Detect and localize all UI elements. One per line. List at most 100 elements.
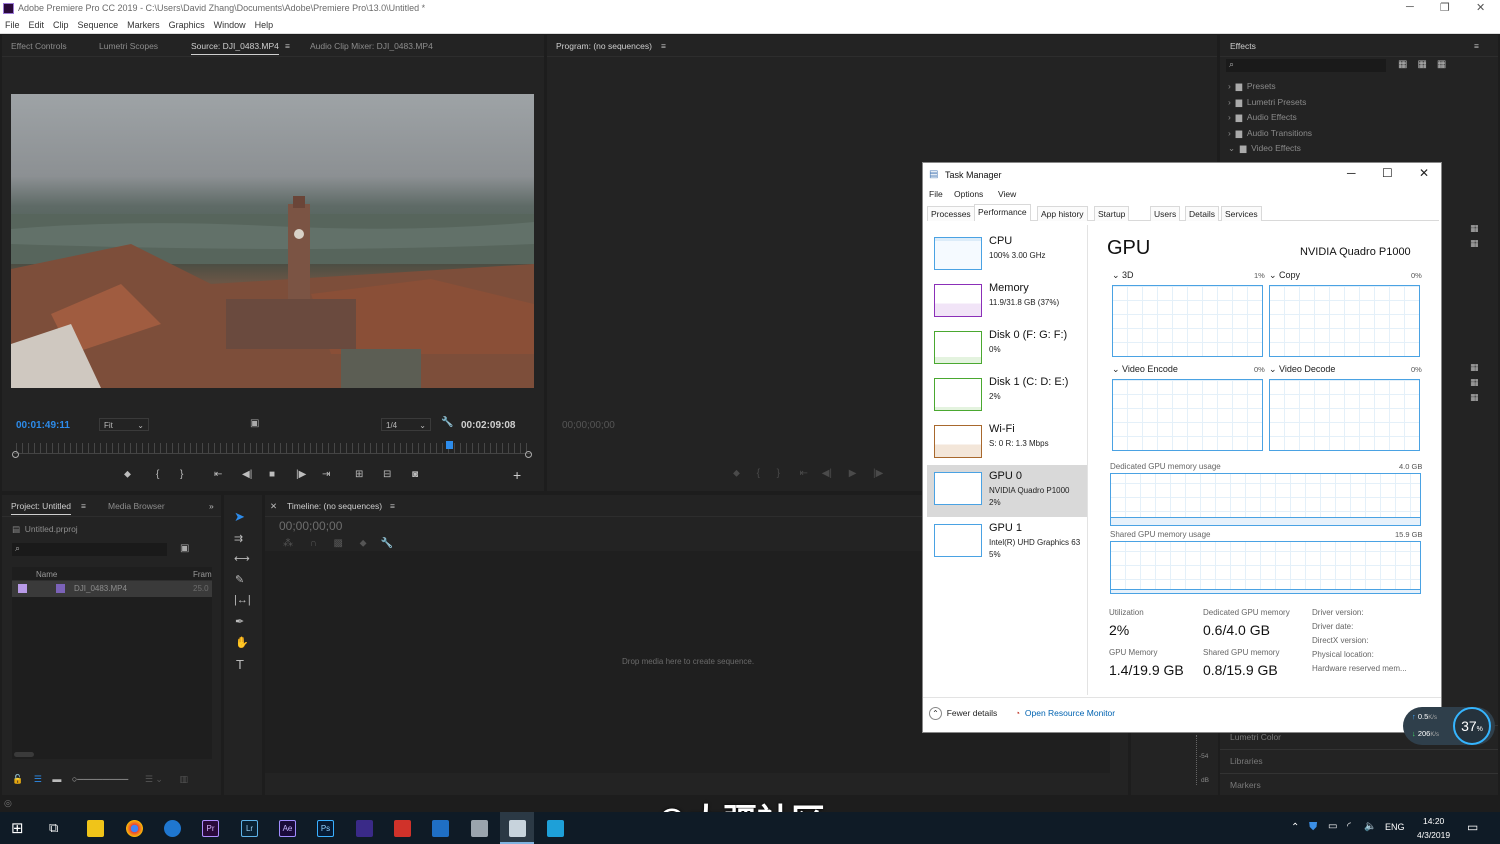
close-tab-icon[interactable]: ✕ <box>270 501 277 512</box>
windows-start-icon[interactable]: ⊞ <box>11 819 24 837</box>
menu-edit[interactable]: Edit <box>24 18 49 30</box>
tab-project[interactable]: Project: Untitled <box>11 501 71 515</box>
panel-libraries[interactable]: Libraries <box>1230 756 1263 766</box>
fewer-details-button[interactable]: ⌃ Fewer details <box>929 707 997 720</box>
insert-sequence-icon[interactable]: ▩ <box>334 538 343 549</box>
export-frame-icon[interactable]: ▣ <box>250 418 259 429</box>
panel-menu-icon[interactable]: ≡ <box>661 41 666 51</box>
security-shield-icon[interactable]: ⛊ <box>1309 821 1317 834</box>
tab-timeline[interactable]: Timeline: (no sequences) <box>287 501 382 514</box>
scrollbar[interactable] <box>14 752 34 757</box>
volume-muted-icon[interactable]: 🔈 <box>1364 821 1376 832</box>
zoom-handle-left[interactable] <box>12 451 19 458</box>
automate-icon[interactable]: ▥ <box>179 774 188 784</box>
fit-dropdown[interactable]: Fit ⌄ <box>99 418 149 431</box>
zoom-slider[interactable]: ○──────── <box>72 774 128 784</box>
engine-video-encode-label[interactable]: ⌄ Video Encode <box>1112 364 1178 375</box>
perf-item-wifi[interactable]: Wi-Fi S: 0 R: 1.3 Mbps <box>927 418 1087 466</box>
tab-lumetri-scopes[interactable]: Lumetri Scopes <box>99 41 158 51</box>
selection-tool-icon[interactable]: ➤ <box>234 509 245 525</box>
tree-item-lumetri-presets[interactable]: › ▆ Lumetri Presets <box>1228 97 1478 113</box>
show-hidden-icons[interactable]: ⌃ <box>1291 822 1299 833</box>
insert-icon[interactable]: ⊞ <box>355 469 363 480</box>
menu-sequence[interactable]: Sequence <box>73 18 123 30</box>
tree-item-audio-transitions[interactable]: › ▆ Audio Transitions <box>1228 128 1478 144</box>
task-view-icon[interactable]: ⧉ <box>49 820 58 836</box>
clock-time[interactable]: 14:20 <box>1423 816 1444 826</box>
razor-tool-icon[interactable]: ✎ <box>235 573 244 586</box>
app-icon-blue[interactable] <box>432 820 449 837</box>
col-frame-rate[interactable]: Fram <box>193 570 212 579</box>
panel-lumetri-color[interactable]: Lumetri Color <box>1230 732 1281 742</box>
after-effects-icon[interactable]: Ae <box>279 820 296 837</box>
panel-menu-icon[interactable]: ≡ <box>285 41 290 51</box>
stop-icon[interactable]: ■ <box>269 469 275 480</box>
perf-item-gpu1[interactable]: GPU 1 Intel(R) UHD Graphics 63 5% <box>927 517 1087 565</box>
list-view-icon[interactable]: ☰ <box>34 774 42 784</box>
menu-clip[interactable]: Clip <box>48 18 73 30</box>
ripple-edit-tool-icon[interactable]: ⟷ <box>234 552 250 565</box>
tm-tab-services[interactable]: Services <box>1221 206 1262 221</box>
tm-maximize-button[interactable]: ☐ <box>1382 166 1393 180</box>
source-timecode-in[interactable]: 00:01:49:11 <box>16 420 70 431</box>
add-marker-icon[interactable]: ⬥ <box>360 538 367 549</box>
settings-wrench-icon[interactable]: 🔧 <box>441 417 453 428</box>
add-marker-icon[interactable]: ⬥ <box>124 469 131 480</box>
step-back-icon[interactable]: ◀| <box>242 469 252 480</box>
tree-item-video-effects[interactable]: ⌄ ▆ Video Effects <box>1228 143 1478 159</box>
perf-item-cpu[interactable]: CPU 100% 3.00 GHz <box>927 230 1087 278</box>
minimize-button[interactable]: ─ <box>1406 1 1414 13</box>
list-item[interactable]: DJI_0483.MP4 25.0 <box>12 581 212 597</box>
mark-in-icon[interactable]: { <box>156 469 159 480</box>
menu-window[interactable]: Window <box>209 18 250 30</box>
snap-icon[interactable]: ⁂ <box>283 538 293 549</box>
perf-item-disk1[interactable]: Disk 1 (C: D: E:) 2% <box>927 371 1087 419</box>
pen-tool-icon[interactable]: ✒ <box>235 615 244 628</box>
new-bin-icon[interactable]: ▣ <box>180 543 189 554</box>
tm-tab-users[interactable]: Users <box>1150 206 1181 221</box>
timeline-settings-icon[interactable]: 🔧 <box>381 538 393 549</box>
edge-icon[interactable] <box>164 820 181 837</box>
network-speed-widget[interactable]: ↑ 0.5K/s ↓ 206K/s 37% <box>1403 707 1495 745</box>
step-forward-icon[interactable]: |▶ <box>296 469 306 480</box>
menu-markers[interactable]: Markers <box>122 18 164 30</box>
open-resource-monitor-link[interactable]: ◔ Open Resource Monitor <box>1015 708 1115 718</box>
icon-view-icon[interactable]: ▬ <box>52 774 61 784</box>
media-encoder-icon[interactable] <box>356 820 373 837</box>
tree-item-presets[interactable]: › ▆ Presets <box>1228 81 1478 97</box>
lightroom-icon[interactable]: Lr <box>241 820 258 837</box>
chrome-icon[interactable] <box>126 820 143 837</box>
col-name[interactable]: Name <box>36 570 57 579</box>
panel-markers[interactable]: Markers <box>1230 780 1261 790</box>
tab-program[interactable]: Program: (no sequences) <box>556 41 652 54</box>
lock-icon[interactable]: 🔓 <box>12 774 23 784</box>
app-icon-cyan[interactable] <box>547 820 564 837</box>
sort-icon[interactable]: ☰ ⌄ <box>145 774 163 784</box>
filter-icons[interactable]: ▦▦▦ <box>1398 59 1456 70</box>
network-icon[interactable]: ◜ <box>1347 821 1351 832</box>
engine-3d-label[interactable]: ⌄ 3D <box>1112 270 1134 281</box>
type-tool-icon[interactable]: T <box>236 657 244 672</box>
tm-tab-details[interactable]: Details <box>1185 206 1219 221</box>
close-button[interactable]: ✕ <box>1476 1 1485 14</box>
perf-item-disk0[interactable]: Disk 0 (F: G: F:) 0% <box>927 324 1087 372</box>
expand-tabs-icon[interactable]: » <box>209 501 214 511</box>
perf-item-memory[interactable]: Memory 11.9/31.8 GB (37%) <box>927 277 1087 325</box>
slip-tool-icon[interactable]: |↔| <box>234 594 251 606</box>
power-icon[interactable]: ▭ <box>1328 821 1337 832</box>
playhead[interactable] <box>446 441 453 449</box>
panel-menu-icon[interactable]: ≡ <box>1474 41 1479 51</box>
go-to-in-icon[interactable]: ⇤ <box>214 469 222 480</box>
mark-out-icon[interactable]: } <box>180 469 183 480</box>
tm-menu-options[interactable]: Options <box>954 189 983 199</box>
app-icon-red[interactable] <box>394 820 411 837</box>
app-icon-grey[interactable] <box>471 820 488 837</box>
maximize-button[interactable]: ❐ <box>1440 1 1450 14</box>
resolution-dropdown[interactable]: 1/4 ⌄ <box>381 418 431 431</box>
clock-date[interactable]: 4/3/2019 <box>1417 830 1450 840</box>
tree-item-audio-effects[interactable]: › ▆ Audio Effects <box>1228 112 1478 128</box>
menu-help[interactable]: Help <box>250 18 278 30</box>
task-manager-taskbar-icon[interactable] <box>509 820 526 837</box>
tm-tab-processes[interactable]: Processes <box>927 206 975 221</box>
tm-close-button[interactable]: ✕ <box>1419 166 1429 180</box>
